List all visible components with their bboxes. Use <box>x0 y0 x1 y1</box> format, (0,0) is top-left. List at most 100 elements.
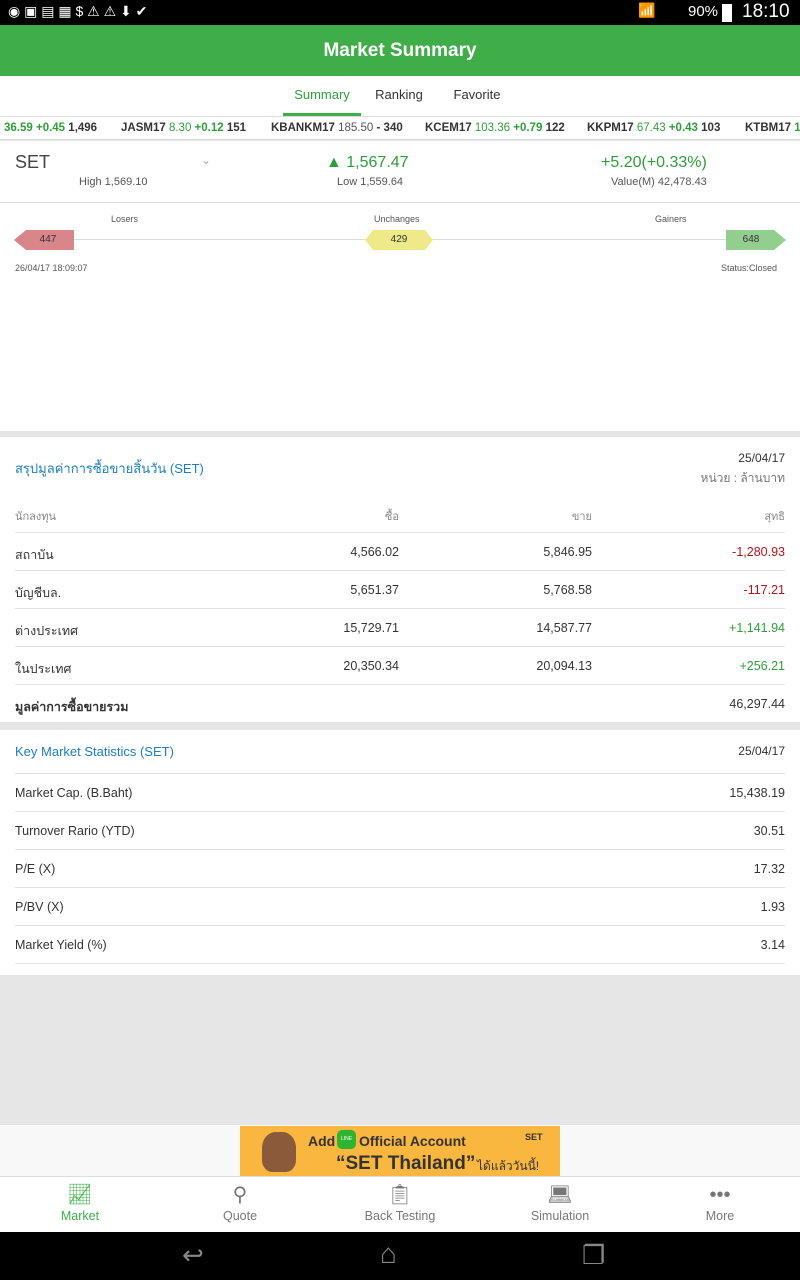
home-icon[interactable]: ⌂ <box>380 1238 397 1270</box>
ticker-strip[interactable]: 36.59 +0.45 1,496 JASM17 8.30 +0.12 151 KB… <box>0 116 800 140</box>
investor-type: สถาบัน <box>15 548 54 562</box>
clock: 18:10 <box>742 1 790 22</box>
search-icon: ⚲ <box>232 1184 248 1206</box>
clipboard-check-icon: 📋︎ <box>387 1184 413 1206</box>
tab-ranking[interactable]: Ranking <box>366 76 432 116</box>
chart-icon: 📈︎ <box>67 1184 93 1206</box>
ticker-item[interactable]: JASM17 8.30 +0.12 151 <box>121 117 246 139</box>
ticker-price: 36.59 <box>4 122 33 134</box>
sell-value: 5,846.95 <box>543 545 592 559</box>
ticker-volume: 122 <box>545 122 565 134</box>
ticker-item[interactable]: KKPM17 67.43 +0.43 103 <box>587 117 720 139</box>
ticker-item[interactable]: KBANKM17 185.50 - 340 <box>271 117 403 139</box>
nav-more[interactable]: ••• More <box>640 1177 800 1233</box>
nav-quote[interactable]: ⚲ Quote <box>160 1177 320 1233</box>
ticker-item[interactable]: 36.59 +0.45 1,496 <box>4 117 97 139</box>
net-value: -117.21 <box>743 583 785 597</box>
page-title: Market Summary <box>323 40 477 61</box>
trading-row: ในประเทศ 20,350.34 20,094.13 +256.21 <box>15 647 785 685</box>
sell-value: 14,587.77 <box>536 621 592 635</box>
bottom-nav: 📈︎ Market ⚲ Quote 📋︎ Back Testing 💻︎ Simulat… <box>0 1176 800 1232</box>
index-summary: SET ⌄ High 1,569.10 ▲ 1,567.47 Low 1,559… <box>0 141 800 431</box>
sell-value: 20,094.13 <box>536 659 592 673</box>
ticker-symbol: KBANKM17 <box>271 122 335 134</box>
intraday-chart[interactable]: 1,560.001,562.001,564.001,566.001,568.00… <box>0 282 800 407</box>
tab-bar: Summary Ranking Favorite <box>0 76 800 116</box>
trading-row: สถาบัน 4,566.02 5,846.95 -1,280.93 <box>15 533 785 571</box>
ticker-symbol: KKPM17 <box>587 122 634 134</box>
buy-value: 20,350.34 <box>343 659 399 673</box>
ticker-change: +0.45 <box>35 122 66 134</box>
app-bar: Market Summary <box>0 25 800 76</box>
ad-area: Add LINE Official Account “SET Thailand”… <box>0 1125 800 1176</box>
sell-value: 5,768.58 <box>543 583 592 597</box>
total-label: มูลค่าการซื้อขายรวม <box>15 700 129 714</box>
up-arrow-icon: ▲ <box>326 154 347 171</box>
buy-value: 15,729.71 <box>343 621 399 635</box>
trading-unit: หน่วย : ล้านบาท <box>700 471 785 485</box>
ticker-price: 8.30 <box>168 122 192 134</box>
investor-type: ต่างประเทศ <box>15 624 79 638</box>
stat-value: 1.93 <box>760 900 785 914</box>
ticker-symbol: KTBM17 <box>745 122 792 134</box>
ticker-volume: 340 <box>383 122 403 134</box>
more-icon: ••• <box>709 1184 731 1206</box>
investor-type: บัญชีบล. <box>15 586 62 600</box>
recents-icon[interactable]: ❐ <box>582 1240 605 1271</box>
trading-row: บัญชีบล. 5,651.37 5,768.58 -117.21 <box>15 571 785 609</box>
investor-type: ในประเทศ <box>15 662 72 676</box>
tab-summary[interactable]: Summary <box>283 76 361 116</box>
ticker-price: 1 <box>794 122 800 134</box>
ticker-price: 185.50 <box>338 122 374 134</box>
net-value: +1,141.94 <box>729 621 785 635</box>
index-high: High 1,569.10 <box>79 176 148 188</box>
back-icon[interactable]: ↩ <box>182 1240 204 1271</box>
chevron-down-icon[interactable]: ⌄ <box>201 153 211 167</box>
ad-banner[interactable]: Add LINE Official Account “SET Thailand”… <box>240 1126 560 1176</box>
ticker-volume: 103 <box>701 122 721 134</box>
ticker-change: +0.12 <box>194 122 224 134</box>
ticker-volume: 1,496 <box>68 122 98 134</box>
stat-label: P/BV (X) <box>15 900 64 914</box>
signal-icon: 📶 <box>638 2 656 18</box>
net-value: -1,280.93 <box>732 545 785 559</box>
ticker-item[interactable]: KCEM17 103.36 +0.79 122 <box>425 117 565 139</box>
trading-title: สรุปมูลค่าการซื้อขายสิ้นวัน (SET) <box>15 461 204 476</box>
stat-row: P/BV (X) 1.93 <box>15 888 785 926</box>
gainers-label: Gainers <box>655 214 687 224</box>
mascot-icon <box>262 1132 296 1172</box>
stat-row: Market Yield (%) 3.14 <box>15 926 785 964</box>
nav-back-testing[interactable]: 📋︎ Back Testing <box>320 1177 480 1233</box>
stat-row: P/E (X) 17.32 <box>15 850 785 888</box>
tab-favorite[interactable]: Favorite <box>444 76 510 116</box>
key-statistics: Key Market Statistics (SET) 25/04/17 Mar… <box>0 730 800 975</box>
column-header: ขาย <box>571 511 592 523</box>
index-low: Low 1,559.64 <box>337 176 404 188</box>
line-icon: LINE <box>337 1130 356 1149</box>
stat-row: Market Cap. (B.Baht) 15,438.19 <box>15 774 785 812</box>
column-header: นักลงทุน <box>15 511 57 523</box>
nav-simulation[interactable]: 💻︎ Simulation <box>480 1177 640 1233</box>
stats-date: 25/04/17 <box>738 744 785 758</box>
ticker-item[interactable]: KTBM17 1 <box>745 117 800 139</box>
trading-date: 25/04/17 <box>738 451 785 465</box>
market-status: Status:Closed <box>721 263 778 273</box>
ticker-volume: 151 <box>226 122 247 134</box>
index-value: Value(M) 42,478.43 <box>611 176 707 188</box>
set-logo: SET <box>525 1132 543 1142</box>
losers-label: Losers <box>111 214 139 224</box>
stat-value: 15,438.19 <box>729 786 785 800</box>
ticker-change: +0.43 <box>668 122 698 134</box>
status-bar: ◉ ▣ ▤ ▦ $ ⚠ ⚠ ⬇ ✔ 📶 90% 18:10 <box>0 0 800 25</box>
stat-label: Market Cap. (B.Baht) <box>15 786 133 800</box>
trading-header: นักลงทุน ซื้อ ขาย สุทธิ <box>15 495 785 533</box>
stat-value: 17.32 <box>753 862 785 876</box>
column-header: สุทธิ <box>764 511 785 523</box>
nav-market[interactable]: 📈︎ Market <box>0 1177 160 1233</box>
stat-value: 3.14 <box>760 938 785 952</box>
laptop-icon: 💻︎ <box>547 1184 573 1206</box>
index-name: SET <box>15 152 51 172</box>
stat-label: Market Yield (%) <box>15 938 107 952</box>
stat-row: Turnover Rario (YTD) 30.51 <box>15 812 785 850</box>
buy-value: 4,566.02 <box>350 545 399 559</box>
